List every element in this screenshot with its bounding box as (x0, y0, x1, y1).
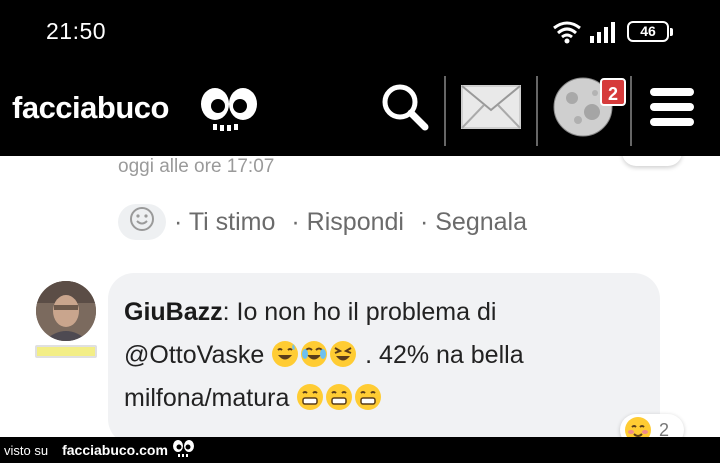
laughing-emoji-icon (329, 339, 357, 367)
reaction-pill[interactable]: 2 (620, 414, 684, 437)
comments-area: oggi alle ore 17:07 · Ti stimo · Rispond… (0, 156, 720, 437)
header-divider (536, 76, 538, 146)
blush-emoji-icon (624, 416, 652, 437)
reply-link[interactable]: · Rispondi (291, 208, 404, 237)
notification-badge: 2 (600, 78, 626, 106)
site-label: facciabuco.com (62, 442, 168, 458)
search-button[interactable] (376, 76, 434, 142)
smiley-icon (129, 206, 155, 239)
wifi-icon (552, 20, 582, 49)
comment-actions: · Ti stimo · Rispondi · Segnala (118, 204, 543, 240)
comment-text: . 42% na bella (358, 341, 524, 369)
mail-icon (460, 84, 522, 135)
grin-emoji-icon (325, 382, 353, 410)
reaction-pill[interactable] (622, 156, 682, 166)
user-rank-bar (35, 345, 97, 358)
clock: 21:50 (46, 18, 107, 44)
avatar[interactable] (36, 281, 96, 341)
reaction-count: 2 (659, 419, 670, 438)
grin-emoji-icon (296, 382, 324, 410)
battery-icon: 46 (627, 21, 673, 42)
comment-author[interactable]: GiuBazz (124, 298, 223, 326)
menu-icon (649, 84, 695, 135)
googly-eyes-logo-icon (172, 438, 196, 463)
report-link[interactable]: · Segnala (420, 208, 527, 237)
mention-link[interactable]: @OttoVaske (124, 341, 264, 369)
react-button[interactable] (118, 204, 166, 240)
messages-button[interactable] (458, 76, 524, 142)
header-divider (630, 76, 632, 146)
ti-stimo-link[interactable]: · Ti stimo (174, 208, 275, 237)
status-bar: 21:50 46 (0, 0, 720, 62)
brand-logo-text[interactable]: facciabuco (12, 90, 169, 126)
menu-button[interactable] (644, 76, 700, 142)
joy-emoji-icon (300, 339, 328, 367)
seen-on-label: visto su (4, 442, 49, 458)
footer-watermark: visto su facciabuco.com (0, 437, 720, 463)
search-icon (379, 81, 431, 138)
comment-timestamp: oggi alle ore 17:07 (118, 156, 275, 177)
googly-eyes-logo-icon (199, 86, 261, 139)
signal-icon (590, 21, 618, 48)
app-header: facciabuco 2 (0, 62, 720, 156)
header-divider (444, 76, 446, 146)
comment-bubble: GiuBazz: Io non ho il problema di @OttoV… (108, 273, 660, 437)
comment-text: : Io non ho il problema di (222, 298, 497, 326)
sweat-smile-emoji-icon (271, 339, 299, 367)
comment-text: milfona/matura (124, 384, 297, 412)
grin-emoji-icon (354, 382, 382, 410)
